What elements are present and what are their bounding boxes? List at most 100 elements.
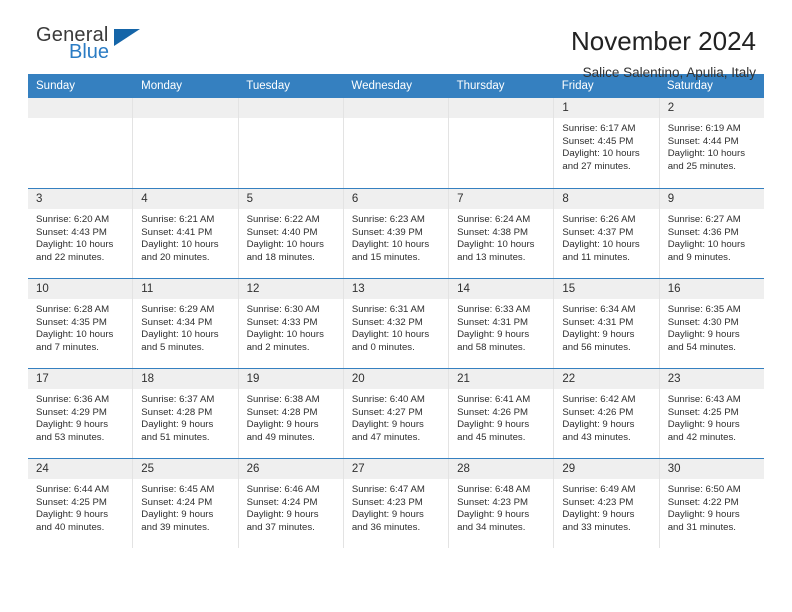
calendar-day-cell[interactable]: 6 Sunrise: 6:23 AM Sunset: 4:39 PM Daylight… <box>343 189 450 278</box>
daylight-text: Daylight: 10 hours and 5 minutes. <box>141 329 219 353</box>
sunrise-text: Sunrise: 6:33 AM <box>457 304 531 315</box>
calendar-day-cell[interactable]: 20 Sunrise: 6:40 AM Sunset: 4:27 PM Dayligh… <box>343 369 450 458</box>
day-details: Sunrise: 6:31 AM Sunset: 4:32 PM Daylight:… <box>344 299 448 354</box>
day-number: 23 <box>659 369 764 389</box>
calendar-day-cell[interactable]: 13 Sunrise: 6:31 AM Sunset: 4:32 PM Dayligh… <box>343 279 450 368</box>
calendar-day-cell[interactable]: 7 Sunrise: 6:24 AM Sunset: 4:38 PM Daylight… <box>449 189 555 278</box>
day-details: Sunrise: 6:21 AM Sunset: 4:41 PM Daylight:… <box>133 209 237 264</box>
calendar-day-cell[interactable]: 12 Sunrise: 6:30 AM Sunset: 4:33 PM Dayligh… <box>238 279 344 368</box>
daylight-text: Daylight: 10 hours and 22 minutes. <box>36 239 114 263</box>
sunrise-text: Sunrise: 6:23 AM <box>351 214 425 225</box>
day-number: 6 <box>343 189 449 209</box>
day-details: Sunrise: 6:33 AM Sunset: 4:31 PM Daylight:… <box>449 299 553 354</box>
day-details: Sunrise: 6:26 AM Sunset: 4:37 PM Daylight:… <box>554 209 658 264</box>
sunset-text: Sunset: 4:28 PM <box>246 406 318 418</box>
calendar-day-cell[interactable]: 26 Sunrise: 6:46 AM Sunset: 4:24 PM Dayligh… <box>238 459 344 548</box>
day-number: 7 <box>449 189 554 209</box>
sunrise-text: Sunrise: 6:46 AM <box>246 484 320 495</box>
daylight-text: Daylight: 9 hours and 37 minutes. <box>246 509 319 533</box>
calendar-day-cell[interactable]: 25 Sunrise: 6:45 AM Sunset: 4:24 PM Dayligh… <box>133 459 239 548</box>
daylight-text: Daylight: 10 hours and 15 minutes. <box>351 239 430 263</box>
sunset-text: Sunset: 4:25 PM <box>667 406 739 418</box>
calendar-day-cell[interactable]: 1 Sunrise: 6:17 AM Sunset: 4:45 PM Daylight… <box>554 98 660 188</box>
sunset-text: Sunset: 4:37 PM <box>562 226 634 238</box>
sunrise-text: Sunrise: 6:41 AM <box>457 394 531 405</box>
day-number: 17 <box>28 369 133 389</box>
calendar-day-cell[interactable]: 22 Sunrise: 6:42 AM Sunset: 4:26 PM Dayligh… <box>554 369 660 458</box>
sunrise-text: Sunrise: 6:37 AM <box>141 394 215 405</box>
sunset-text: Sunset: 4:27 PM <box>351 406 423 418</box>
calendar-day-cell[interactable]: 11 Sunrise: 6:29 AM Sunset: 4:34 PM Dayligh… <box>133 279 239 368</box>
calendar-grid: Sunday Monday Tuesday Wednesday Thursday… <box>28 74 764 548</box>
day-number <box>133 98 238 118</box>
calendar-day-cell[interactable]: 2 Sunrise: 6:19 AM Sunset: 4:44 PM Daylight… <box>659 98 764 188</box>
calendar-day-cell[interactable]: 21 Sunrise: 6:41 AM Sunset: 4:26 PM Dayligh… <box>449 369 555 458</box>
day-number <box>343 98 449 118</box>
sunrise-text: Sunrise: 6:28 AM <box>36 304 110 315</box>
calendar-day-cell[interactable]: 10 Sunrise: 6:28 AM Sunset: 4:35 PM Dayligh… <box>28 279 134 368</box>
weekday-header-wednesday: Wednesday <box>351 80 412 92</box>
page-title: November 2024 <box>571 26 756 56</box>
sunset-text: Sunset: 4:35 PM <box>36 316 107 328</box>
day-number: 9 <box>659 189 764 209</box>
sunset-text: Sunset: 4:30 PM <box>667 316 739 328</box>
sunrise-text: Sunrise: 6:35 AM <box>667 304 741 315</box>
calendar-day-cell[interactable]: 3 Sunrise: 6:20 AM Sunset: 4:43 PM Daylight… <box>28 189 134 278</box>
daylight-text: Daylight: 9 hours and 54 minutes. <box>667 329 740 353</box>
sunset-text: Sunset: 4:23 PM <box>457 496 529 508</box>
calendar-day-cell[interactable]: 23 Sunrise: 6:43 AM Sunset: 4:25 PM Dayligh… <box>659 369 764 458</box>
calendar-day-cell[interactable]: 9 Sunrise: 6:27 AM Sunset: 4:36 PM Daylight… <box>659 189 764 278</box>
calendar-day-cell[interactable]: 15 Sunrise: 6:34 AM Sunset: 4:31 PM Dayligh… <box>554 279 660 368</box>
sunrise-text: Sunrise: 6:31 AM <box>351 304 425 315</box>
day-details: Sunrise: 6:41 AM Sunset: 4:26 PM Daylight:… <box>449 389 553 444</box>
day-number: 14 <box>449 279 554 299</box>
day-number: 13 <box>343 279 449 299</box>
day-number: 10 <box>28 279 133 299</box>
day-number: 20 <box>343 369 449 389</box>
day-number: 2 <box>659 98 764 118</box>
calendar-page: General Blue November 2024 Salice Salent… <box>0 0 792 612</box>
calendar-day-cell[interactable]: 24 Sunrise: 6:44 AM Sunset: 4:25 PM Dayligh… <box>28 459 134 548</box>
calendar-day-cell[interactable]: 4 Sunrise: 6:21 AM Sunset: 4:41 PM Daylight… <box>133 189 239 278</box>
daylight-text: Daylight: 9 hours and 43 minutes. <box>562 419 635 443</box>
calendar-day-cell[interactable]: 29 Sunrise: 6:49 AM Sunset: 4:23 PM Dayligh… <box>554 459 660 548</box>
sunrise-text: Sunrise: 6:34 AM <box>562 304 636 315</box>
sunrise-text: Sunrise: 6:30 AM <box>246 304 320 315</box>
day-number: 27 <box>343 459 449 479</box>
day-number: 25 <box>133 459 238 479</box>
day-details: Sunrise: 6:36 AM Sunset: 4:29 PM Daylight:… <box>28 389 132 444</box>
calendar-day-cell[interactable]: 17 Sunrise: 6:36 AM Sunset: 4:29 PM Dayligh… <box>28 369 134 458</box>
general-blue-logo[interactable]: General Blue <box>36 24 156 62</box>
calendar-day-cell[interactable]: 8 Sunrise: 6:26 AM Sunset: 4:37 PM Daylight… <box>554 189 660 278</box>
day-details: Sunrise: 6:28 AM Sunset: 4:35 PM Daylight:… <box>28 299 132 354</box>
daylight-text: Daylight: 9 hours and 53 minutes. <box>36 419 108 443</box>
sunset-text: Sunset: 4:38 PM <box>457 226 529 238</box>
calendar-day-cell[interactable]: 14 Sunrise: 6:33 AM Sunset: 4:31 PM Dayligh… <box>449 279 555 368</box>
calendar-day-cell[interactable]: 16 Sunrise: 6:35 AM Sunset: 4:30 PM Dayligh… <box>659 279 764 368</box>
day-number: 26 <box>238 459 343 479</box>
day-details: Sunrise: 6:48 AM Sunset: 4:23 PM Daylight:… <box>449 479 553 534</box>
sunset-text: Sunset: 4:31 PM <box>562 316 634 328</box>
daylight-text: Daylight: 9 hours and 58 minutes. <box>457 329 530 353</box>
calendar-day-cell[interactable]: 27 Sunrise: 6:47 AM Sunset: 4:23 PM Dayligh… <box>343 459 450 548</box>
calendar-day-cell[interactable]: 5 Sunrise: 6:22 AM Sunset: 4:40 PM Daylight… <box>238 189 344 278</box>
sunrise-text: Sunrise: 6:27 AM <box>667 214 741 225</box>
sunrise-text: Sunrise: 6:22 AM <box>246 214 320 225</box>
sunset-text: Sunset: 4:24 PM <box>246 496 318 508</box>
day-details: Sunrise: 6:35 AM Sunset: 4:30 PM Daylight:… <box>660 299 764 354</box>
day-details: Sunrise: 6:29 AM Sunset: 4:34 PM Daylight:… <box>133 299 237 354</box>
daylight-text: Daylight: 9 hours and 36 minutes. <box>351 509 424 533</box>
day-number <box>238 98 343 118</box>
calendar-day-cell[interactable]: 19 Sunrise: 6:38 AM Sunset: 4:28 PM Dayligh… <box>238 369 344 458</box>
day-details: Sunrise: 6:40 AM Sunset: 4:27 PM Daylight:… <box>344 389 448 444</box>
calendar-day-cell[interactable]: 18 Sunrise: 6:37 AM Sunset: 4:28 PM Dayligh… <box>133 369 239 458</box>
calendar-week-row: 10 Sunrise: 6:28 AM Sunset: 4:35 PM Dayligh… <box>28 278 764 368</box>
calendar-day-cell[interactable]: 30 Sunrise: 6:50 AM Sunset: 4:22 PM Dayligh… <box>659 459 764 548</box>
calendar-week-row: 17 Sunrise: 6:36 AM Sunset: 4:29 PM Dayligh… <box>28 368 764 458</box>
day-number: 8 <box>554 189 659 209</box>
calendar-week-row: 3 Sunrise: 6:20 AM Sunset: 4:43 PM Daylight… <box>28 188 764 278</box>
sunrise-text: Sunrise: 6:43 AM <box>667 394 741 405</box>
sunrise-text: Sunrise: 6:17 AM <box>562 123 636 134</box>
daylight-text: Daylight: 9 hours and 56 minutes. <box>562 329 635 353</box>
calendar-day-cell[interactable]: 28 Sunrise: 6:48 AM Sunset: 4:23 PM Dayligh… <box>449 459 555 548</box>
